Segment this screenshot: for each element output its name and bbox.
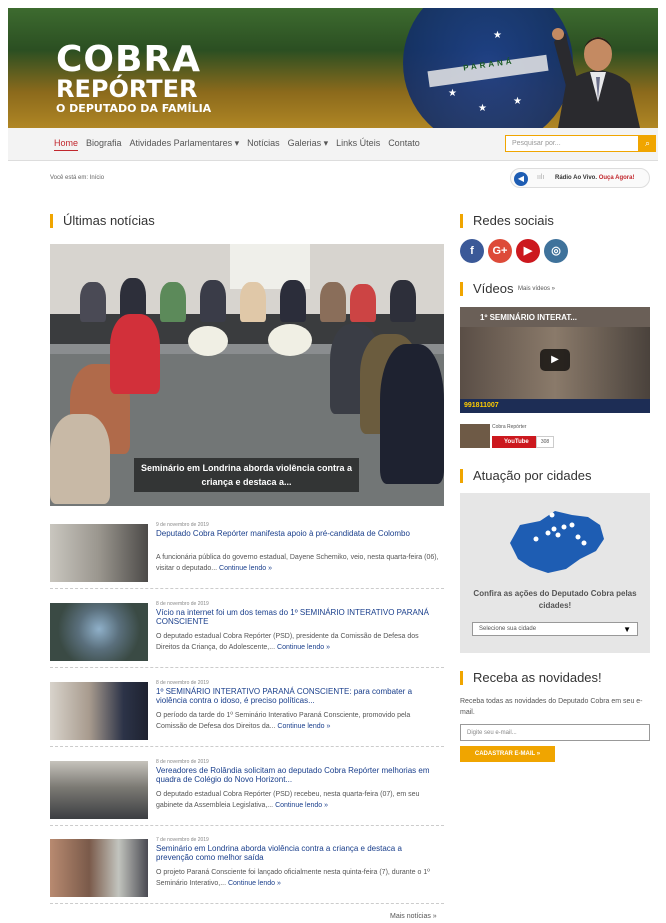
star-icon: ★ bbox=[448, 88, 457, 99]
news-summary: A funcionária pública do governo estadua… bbox=[156, 554, 439, 572]
news-item[interactable]: 7 de novembro de 2019 Seminário em Londr… bbox=[50, 834, 444, 904]
nav-galerias[interactable]: Galerias ▾ bbox=[288, 138, 329, 151]
breadcrumb: Você está em: Início bbox=[50, 175, 105, 181]
search-button[interactable]: ⌕ bbox=[639, 135, 656, 152]
search-icon: ⌕ bbox=[644, 138, 651, 148]
play-icon[interactable]: ▶ bbox=[540, 349, 570, 371]
chevron-down-icon: ▼ bbox=[623, 625, 631, 634]
radio-label: Rádio Ao Vivo. bbox=[555, 175, 598, 181]
news-thumbnail[interactable] bbox=[50, 761, 148, 819]
more-news-link[interactable]: Mais notícias » bbox=[390, 913, 437, 920]
featured-news[interactable]: Seminário em Londrina aborda violência c… bbox=[50, 244, 444, 506]
news-title[interactable]: Deputado Cobra Repórter manifesta apoio … bbox=[156, 529, 441, 538]
news-thumbnail[interactable] bbox=[50, 603, 148, 661]
parana-map[interactable] bbox=[500, 503, 610, 578]
news-title[interactable]: Seminário em Londrina aborda violência c… bbox=[156, 844, 441, 862]
nav-contato[interactable]: Contato bbox=[388, 138, 420, 151]
subscribe-button[interactable]: CADASTRAR E-MAIL » bbox=[460, 746, 555, 762]
news-thumbnail[interactable] bbox=[50, 682, 148, 740]
videos-title: Vídeos bbox=[460, 282, 513, 296]
speaker-icon: ◀ bbox=[514, 172, 528, 186]
subscriber-count: 308 bbox=[536, 436, 554, 448]
youtube-icon[interactable]: ▶ bbox=[516, 239, 540, 263]
cities-title: Atuação por cidades bbox=[460, 469, 592, 483]
video-player[interactable]: 1º SEMINÁRIO INTERAT... ▶ 991811007 bbox=[460, 307, 650, 413]
news-item[interactable]: 8 de novembro de 2019 1º SEMINÁRIO INTER… bbox=[50, 677, 444, 747]
cities-panel: Confira as ações do Deputado Cobra pelas… bbox=[460, 493, 650, 653]
latest-news-title: Últimas notícias bbox=[50, 214, 155, 228]
news-summary: O projeto Paraná Consciente foi lançado … bbox=[156, 869, 430, 887]
featured-caption[interactable]: Seminário em Londrina aborda violência c… bbox=[134, 458, 359, 492]
read-more-link[interactable]: Continue lendo » bbox=[228, 880, 281, 887]
instagram-icon[interactable]: ◎ bbox=[544, 239, 568, 263]
video-title: 1º SEMINÁRIO INTERAT... bbox=[480, 313, 578, 322]
nav-menu: Home Biografia Atividades Parlamentares … bbox=[54, 138, 420, 151]
star-icon: ★ bbox=[478, 103, 487, 114]
page: PARANÁ ★ ★ ★ ★ COBRA REPÓRTER O DEPUTADO… bbox=[0, 0, 666, 923]
nav-biografia[interactable]: Biografia bbox=[86, 138, 122, 151]
news-item[interactable]: 9 de novembro de 2019 Deputado Cobra Rep… bbox=[50, 519, 444, 589]
news-date: 8 de novembro de 2019 bbox=[156, 759, 209, 765]
nav-atividades[interactable]: Atividades Parlamentares ▾ bbox=[130, 138, 240, 151]
logo-line-2: REPÓRTER bbox=[56, 75, 198, 103]
cities-cta: Confira as ações do Deputado Cobra pelas… bbox=[473, 589, 637, 610]
nav-links-uteis[interactable]: Links Úteis bbox=[336, 138, 380, 151]
news-date: 9 de novembro de 2019 bbox=[156, 522, 209, 528]
main-navbar: Home Biografia Atividades Parlamentares … bbox=[8, 128, 658, 161]
news-date: 8 de novembro de 2019 bbox=[156, 680, 209, 686]
social-title: Redes sociais bbox=[460, 214, 554, 228]
logo-tagline: O DEPUTADO DA FAMÍLIA bbox=[56, 102, 212, 115]
read-more-link[interactable]: Continue lendo » bbox=[277, 644, 330, 651]
news-thumbnail[interactable] bbox=[50, 524, 148, 582]
newsletter-title: Receba as novidades! bbox=[460, 671, 602, 685]
newsletter-text: Receba todas as novidades do Deputado Co… bbox=[460, 698, 643, 716]
nav-home[interactable]: Home bbox=[54, 138, 79, 151]
read-more-link[interactable]: Continue lendo » bbox=[275, 802, 328, 809]
news-title[interactable]: 1º SEMINÁRIO INTERATIVO PARANÁ CONSCIENT… bbox=[156, 687, 441, 705]
channel-name[interactable]: Cobra Repórter bbox=[492, 424, 526, 430]
email-field[interactable]: Digite seu e-mail... bbox=[460, 724, 650, 741]
star-icon: ★ bbox=[513, 96, 522, 107]
logo-line-1: COBRA bbox=[56, 39, 202, 80]
news-item[interactable]: 8 de novembro de 2019 Vício na internet … bbox=[50, 598, 444, 668]
search-input[interactable]: Pesquisar por... bbox=[505, 135, 639, 152]
video-phone-strip: 991811007 bbox=[460, 399, 650, 413]
news-date: 8 de novembro de 2019 bbox=[156, 601, 209, 607]
news-title[interactable]: Vício na internet foi um dos temas do 1º… bbox=[156, 608, 441, 626]
youtube-subscribe-button[interactable]: YouTube bbox=[492, 436, 536, 448]
city-select[interactable]: Selecione sua cidade ▼ bbox=[472, 622, 638, 636]
read-more-link[interactable]: Continue lendo » bbox=[219, 565, 272, 572]
radio-player[interactable]: ◀ ıılı Rádio Ao Vivo. Ouça Agora! bbox=[510, 168, 650, 188]
volume-bars-icon: ıılı bbox=[537, 174, 545, 181]
facebook-icon[interactable]: f bbox=[460, 239, 484, 263]
news-item[interactable]: 8 de novembro de 2019 Vereadores de Rolâ… bbox=[50, 756, 444, 826]
google-plus-icon[interactable]: G+ bbox=[488, 239, 512, 263]
nav-noticias[interactable]: Notícias bbox=[247, 138, 280, 151]
more-videos-link[interactable]: Mais vídeos » bbox=[518, 286, 555, 292]
radio-cta[interactable]: Ouça Agora! bbox=[599, 175, 635, 181]
news-title[interactable]: Vereadores de Rolândia solicitam ao depu… bbox=[156, 766, 441, 784]
channel-avatar[interactable] bbox=[460, 424, 490, 448]
read-more-link[interactable]: Continue lendo » bbox=[277, 723, 330, 730]
news-thumbnail[interactable] bbox=[50, 839, 148, 897]
news-date: 7 de novembro de 2019 bbox=[156, 837, 209, 843]
city-select-value: Selecione sua cidade bbox=[479, 626, 537, 632]
header-banner: PARANÁ ★ ★ ★ ★ COBRA REPÓRTER O DEPUTADO… bbox=[8, 8, 658, 128]
deputy-photo bbox=[552, 28, 640, 128]
star-icon: ★ bbox=[493, 30, 502, 41]
